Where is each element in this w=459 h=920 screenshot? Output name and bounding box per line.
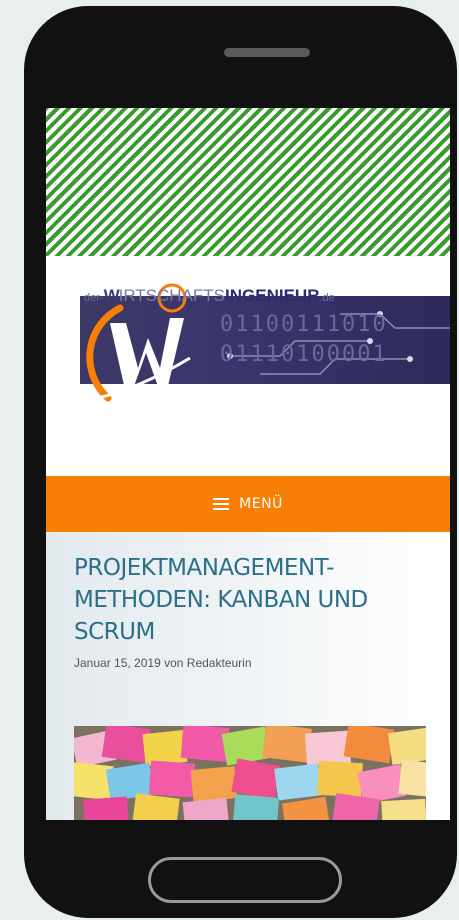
hamburger-icon (213, 498, 230, 510)
post-by: von (164, 656, 184, 670)
featured-image-sticky-notes[interactable] (74, 726, 426, 820)
post-meta: Januar 15, 2019 von Redakteurin (74, 656, 252, 670)
post-content: PROJEKTMANAGEMENT-METHODEN: KANBAN UND S… (46, 532, 450, 820)
phone-speaker (224, 48, 310, 57)
ad-placeholder-stripes (46, 108, 450, 256)
post-title[interactable]: PROJEKTMANAGEMENT-METHODEN: KANBAN UND S… (74, 552, 414, 648)
binary-background: 01100111010 01110100001 (220, 312, 388, 367)
post-date[interactable]: Januar 15, 2019 (74, 656, 161, 670)
menu-label: MENÜ (239, 496, 283, 512)
post-author-link[interactable]: Redakteurin (187, 656, 252, 670)
brand-wordmark: der-WIRTSCHAFTSINGENIEUR.de (84, 286, 335, 305)
phone-screen: 01100111010 01110100001 der-WIRTSCHAFTSIN… (46, 108, 450, 820)
site-header: 01100111010 01110100001 der-WIRTSCHAFTSIN… (46, 256, 450, 476)
home-button[interactable] (148, 857, 342, 903)
menu-toggle-button[interactable]: MENÜ (46, 476, 450, 532)
